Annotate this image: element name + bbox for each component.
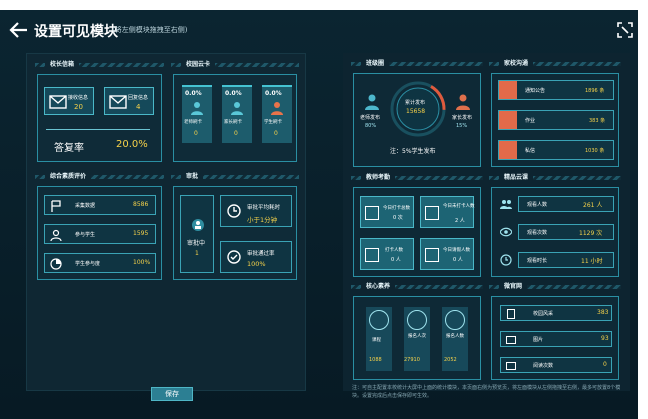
course-row: 观看次数 1129 次 bbox=[518, 224, 614, 240]
card-item-parent: 0.0% 家长刷卡 0 bbox=[222, 85, 252, 143]
save-button[interactable]: 保存 bbox=[151, 387, 193, 401]
reply-rate-label: 答复率 bbox=[54, 143, 84, 154]
comm-row: 私信 1030 条 bbox=[498, 140, 614, 160]
reply-rate-value: 20.0% bbox=[116, 139, 148, 150]
signup-icon bbox=[407, 310, 427, 330]
book-icon bbox=[506, 362, 516, 370]
module-title: 班级圈 bbox=[361, 59, 390, 69]
module-boutique-course[interactable]: 精品云课 观看人数 261 人 观看次数 1129 次 观看时长 11 小时 bbox=[489, 173, 621, 279]
course-icon bbox=[369, 310, 389, 330]
module-title: 校长信箱 bbox=[45, 60, 80, 70]
settings-screen: 设置可见模块 (将左侧模块拖拽至右侧) 校长信箱 接收信息 20 回复信息 4 … bbox=[0, 10, 638, 419]
replied-tile: 回复信息 4 bbox=[104, 87, 154, 115]
attendance-tile: 打卡人数 0 人 bbox=[360, 238, 414, 270]
comm-row: 通知公告 1896 条 bbox=[498, 80, 614, 100]
module-title: 教师考勤 bbox=[361, 173, 396, 183]
pie-chart-icon bbox=[50, 258, 62, 270]
teacher-icon bbox=[191, 102, 203, 115]
absent-icon bbox=[425, 206, 439, 220]
leave-icon bbox=[425, 248, 439, 262]
mail-reply-icon bbox=[109, 95, 127, 109]
approval-icon bbox=[192, 219, 204, 231]
message-icon bbox=[499, 141, 517, 159]
site-row: 图片 93 bbox=[500, 331, 612, 347]
eval-row: 参与学生 1595 bbox=[44, 224, 156, 244]
approval-avg-time: 审批平均耗时 小于1分钟 bbox=[220, 195, 292, 227]
comm-row: 作业 383 条 bbox=[498, 110, 614, 130]
module-teacher-attendance[interactable]: 教师考勤 今日打卡总数 0 次 今日未打卡人数 2 人 打卡人数 0 人 今日请… bbox=[351, 173, 483, 279]
check-circle-icon bbox=[227, 250, 241, 264]
teacher-icon bbox=[365, 94, 379, 110]
module-title: 综合素质评价 bbox=[45, 172, 92, 182]
module-title: 审批 bbox=[181, 172, 204, 182]
module-home-school[interactable]: 家校沟通 通知公告 1896 条 作业 383 条 私信 1030 条 bbox=[489, 59, 621, 169]
card-item-teacher: 0.0% 老师刷卡 0 bbox=[182, 85, 212, 143]
eye-icon bbox=[500, 227, 512, 237]
footer-note: 注：可自主配置本校统计大屏中上面的统计模块，本页面右侧为预览页，将左面模块从左侧… bbox=[352, 385, 621, 399]
module-campus-card[interactable]: 校园云卡 0.0% 老师刷卡 0 0.0% 家长刷卡 0 0.0% 学生刷卡 0 bbox=[171, 60, 299, 164]
module-core-literacy[interactable]: 核心素养 课程 1088 报名人次 27910 报名人数 2052 bbox=[351, 282, 483, 382]
person-icon bbox=[50, 229, 62, 241]
module-comprehensive-evaluation[interactable]: 综合素质评价 采集数据 8586 参与学生 1595 学生参与度 100% bbox=[35, 172, 164, 282]
back-arrow-icon[interactable] bbox=[8, 19, 30, 41]
approval-pending: 审批中 1 bbox=[180, 195, 214, 273]
homework-icon bbox=[499, 111, 517, 129]
mail-received-icon bbox=[49, 95, 67, 109]
checkin-icon bbox=[365, 206, 379, 220]
module-title: 核心素养 bbox=[361, 282, 396, 292]
student-note: 注：5%学生发布 bbox=[390, 148, 436, 155]
page-title: 设置可见模块 bbox=[34, 24, 118, 40]
image-icon bbox=[506, 336, 516, 344]
announcement-icon bbox=[499, 81, 517, 99]
module-title: 微官网 bbox=[499, 282, 528, 292]
site-row: 校园风采 383 bbox=[500, 305, 612, 321]
module-principal-mailbox[interactable]: 校长信箱 接收信息 20 回复信息 4 答复率 20.0% bbox=[35, 60, 164, 164]
parent-icon bbox=[231, 102, 243, 115]
eval-row: 采集数据 8586 bbox=[44, 195, 156, 215]
available-modules-panel: 校长信箱 接收信息 20 回复信息 4 答复率 20.0% 校园云卡 0.0% … bbox=[26, 53, 306, 401]
group-icon bbox=[445, 310, 465, 330]
checkin-people-icon bbox=[365, 248, 379, 262]
attendance-tile: 今日打卡总数 0 次 bbox=[360, 196, 414, 228]
course-row: 观看人数 261 人 bbox=[518, 196, 614, 212]
approval-pass-rate: 审批通过率 100% bbox=[220, 241, 292, 273]
clock-icon bbox=[227, 204, 241, 218]
preview-panel: 班级圈 老师发布 80% 累计发布 15658 家长发布 15% 注：5%学生发… bbox=[343, 53, 630, 399]
course-row: 观看时长 11 小时 bbox=[518, 252, 614, 268]
received-tile: 接收信息 20 bbox=[44, 87, 94, 115]
flag-icon bbox=[51, 200, 61, 212]
module-micro-site[interactable]: 微官网 校园风采 383 图片 93 阅读次数 0 bbox=[489, 282, 621, 382]
literacy-item: 课程 1088 bbox=[366, 307, 392, 371]
student-icon bbox=[271, 102, 283, 115]
attendance-tile: 今日未打卡人数 2 人 bbox=[420, 196, 475, 228]
card-item-student: 0.0% 学生刷卡 0 bbox=[262, 85, 292, 143]
attendance-tile: 今日请假人数 0 人 bbox=[420, 238, 474, 270]
document-icon bbox=[507, 309, 515, 319]
top-bar: 设置可见模块 (将左侧模块拖拽至右侧) bbox=[0, 10, 638, 50]
module-class-circle[interactable]: 班级圈 老师发布 80% 累计发布 15658 家长发布 15% 注：5%学生发… bbox=[351, 59, 483, 169]
clock-icon bbox=[500, 254, 512, 266]
module-title: 家校沟通 bbox=[499, 59, 534, 69]
literacy-item: 报名人次 27910 bbox=[404, 307, 430, 371]
people-icon bbox=[500, 200, 512, 209]
page-subtitle: (将左侧模块拖拽至右侧) bbox=[112, 26, 188, 34]
module-approval[interactable]: 审批 审批中 1 审批平均耗时 小于1分钟 审批通过率 100% bbox=[171, 172, 299, 282]
parent-icon bbox=[456, 94, 470, 110]
eval-row: 学生参与度 100% bbox=[44, 253, 156, 273]
page: 设置可见模块 (将左侧模块拖拽至右侧) 校长信箱 接收信息 20 回复信息 4 … bbox=[0, 0, 648, 419]
site-row: 阅读次数 0 bbox=[500, 357, 612, 373]
literacy-item: 报名人数 2052 bbox=[442, 307, 468, 371]
module-title: 精品云课 bbox=[499, 173, 534, 183]
module-title: 校园云卡 bbox=[181, 60, 216, 70]
fullscreen-icon[interactable] bbox=[615, 20, 635, 40]
